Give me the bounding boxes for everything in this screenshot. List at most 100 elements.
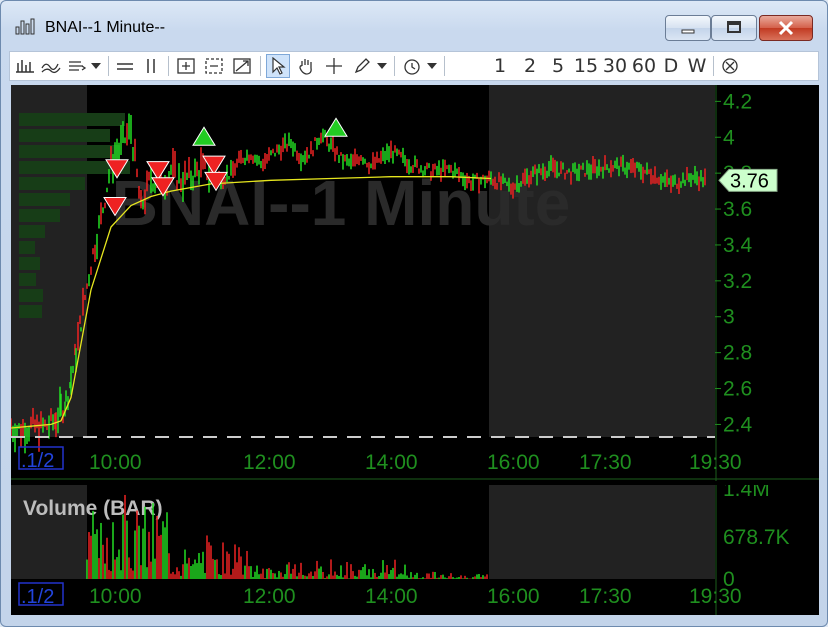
buy-marker [192, 126, 216, 146]
layers-icon [69, 61, 87, 71]
minimize-button[interactable] [665, 15, 711, 41]
volume-tick-label: 1.4M [723, 485, 770, 501]
chart-area[interactable]: BNAI--1 Minute4.243.83.63.43.232.82.62.4… [11, 85, 819, 615]
price-tick-label: 3.4 [723, 234, 753, 257]
volume-profile-bar [19, 257, 40, 270]
interval-60-button[interactable]: 60 [631, 54, 657, 78]
zoom-in-icon [177, 58, 195, 74]
draw-tool[interactable] [350, 54, 374, 78]
zoom-label: .1/2 [21, 586, 54, 608]
clock-icon [404, 59, 420, 75]
toolbar-separator [168, 56, 169, 76]
price-tick-label: 2.4 [723, 413, 753, 436]
cancel-button[interactable] [718, 54, 742, 78]
crosshair-tool[interactable] [322, 54, 346, 78]
buy-marker [324, 117, 348, 137]
horizontal-line-tool[interactable] [114, 54, 136, 78]
time-tick-label: 17:30 [579, 451, 632, 474]
circle-x-icon [722, 58, 738, 74]
zoom-out-icon [205, 58, 223, 74]
interval-5-button[interactable]: 5 [548, 54, 568, 78]
time-tick-label: 19:30 [689, 585, 742, 608]
volume-tick-label: 678.7K [723, 526, 790, 549]
pan-tool[interactable] [294, 54, 318, 78]
time-tick-label: 10:00 [89, 585, 142, 608]
caret-down-icon [377, 63, 387, 69]
close-icon [778, 20, 794, 36]
interval-15-button[interactable]: 15 [573, 54, 599, 78]
zoom-in-button[interactable] [174, 54, 198, 78]
time-tick-label: 16:00 [487, 585, 540, 608]
study-dropdown[interactable] [90, 54, 102, 78]
price-tick-label: 4 [723, 126, 735, 149]
volume-chart[interactable]: Volume (BAR)1.4M678.7K010:00 12:00 14:00 16… [11, 485, 819, 615]
price-tick-label: 2.8 [723, 342, 752, 365]
draw-tool-dropdown[interactable] [376, 54, 388, 78]
toolbar-separator [444, 56, 445, 76]
interval-weekly-button[interactable]: W [686, 54, 708, 78]
toolbar-separator [713, 56, 714, 76]
price-tick-label: 4.2 [723, 90, 752, 113]
maximize-icon [727, 21, 741, 33]
window-title: BNAI--1 Minute-- [45, 19, 166, 36]
maximize-button[interactable] [711, 15, 757, 41]
bars-chart-icon [16, 60, 34, 73]
price-tick-label: 3.2 [723, 270, 752, 293]
wave-line-icon [41, 63, 61, 74]
pencil-icon [354, 58, 370, 74]
time-frame-button[interactable] [400, 54, 424, 78]
interval-daily-button[interactable]: D [661, 54, 681, 78]
volume-profile-bar [19, 177, 85, 190]
time-tick-label: 12:00 [243, 451, 296, 474]
pointer-tool[interactable] [266, 54, 290, 78]
volume-profile-bar [19, 241, 35, 254]
cursor-arrow-icon [272, 57, 286, 75]
volume-profile-bar [19, 225, 45, 238]
volume-profile-bar [19, 113, 125, 126]
toolbar-separator [394, 56, 395, 76]
title-bar[interactable]: BNAI--1 Minute-- [1, 1, 827, 47]
caret-down-icon [91, 63, 101, 69]
indicator-button[interactable] [40, 54, 62, 78]
time-tick-label: 16:00 [487, 451, 540, 474]
volume-profile-bar [19, 145, 120, 158]
close-button[interactable] [759, 15, 813, 41]
volume-profile-bar [19, 193, 70, 206]
vertical-line-tool[interactable] [140, 54, 162, 78]
time-tick-label: 17:30 [579, 585, 632, 608]
price-chart[interactable]: BNAI--1 Minute4.243.83.63.43.232.82.62.4… [11, 85, 819, 481]
price-tick-label: 3 [723, 306, 735, 329]
interval-30-button[interactable]: 30 [602, 54, 628, 78]
caret-down-icon [427, 63, 437, 69]
interval-1-button[interactable]: 1 [490, 54, 510, 78]
toolbar-separator [260, 56, 261, 76]
time-tick-label: 12:00 [243, 585, 296, 608]
last-price-label: 3.76 [730, 170, 769, 192]
volume-profile-bar [19, 273, 36, 286]
zoom-out-button[interactable] [202, 54, 226, 78]
interval-2-button[interactable]: 2 [520, 54, 540, 78]
chart-window: BNAI--1 Minute-- 1 2 5 15 30 60 D W BNAI… [0, 0, 828, 627]
fit-chart-button[interactable] [230, 54, 254, 78]
volume-profile-bar [19, 129, 110, 142]
volume-profile-bar [19, 209, 60, 222]
time-tick-label: 14:00 [365, 451, 418, 474]
volume-profile-bar [19, 305, 42, 318]
time-frame-dropdown[interactable] [426, 54, 438, 78]
crosshair-icon [326, 58, 342, 74]
chart-style-button[interactable] [14, 54, 36, 78]
toolbar-separator [108, 56, 109, 76]
hand-icon [299, 59, 312, 75]
time-tick-label: 10:00 [89, 451, 142, 474]
afterhours-shading [489, 85, 715, 437]
time-tick-label: 19:30 [689, 451, 742, 474]
fit-chart-icon [233, 58, 251, 74]
vertical-lines-icon [147, 59, 155, 73]
volume-profile-bar [19, 289, 43, 302]
study-button[interactable] [66, 54, 88, 78]
time-tick-label: 14:00 [365, 585, 418, 608]
horizontal-lines-icon [117, 63, 133, 70]
chart-toolbar: 1 2 5 15 30 60 D W [9, 51, 819, 81]
price-tick-label: 3.6 [723, 198, 752, 221]
minimize-icon [681, 29, 695, 34]
